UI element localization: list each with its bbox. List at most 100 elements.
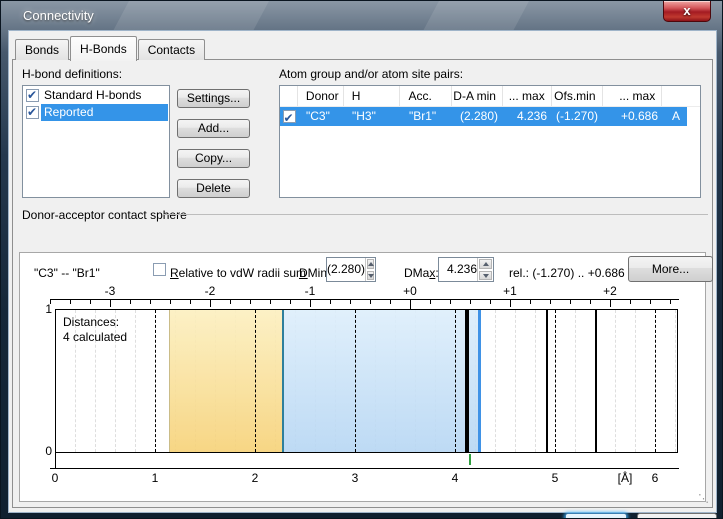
cell-extra: A: [664, 107, 687, 126]
list-item-reported[interactable]: Reported: [24, 104, 168, 121]
minor-gridline: [615, 310, 616, 452]
bottom-axis-tick-label: 1: [140, 471, 170, 485]
top-axis-tick: [110, 300, 111, 307]
integer-dashed-gridline: [655, 310, 656, 452]
top-axis-tick: [650, 300, 651, 304]
strip-left-edge: [55, 452, 56, 469]
top-axis-tick-label: +1: [490, 284, 530, 298]
col-da-min: D-A min: [452, 86, 503, 106]
top-axis-tick: [190, 300, 191, 304]
minor-gridline: [135, 310, 136, 452]
bottom-axis-tick-label: 5: [540, 471, 570, 485]
top-axis-tick: [350, 300, 351, 304]
top-axis-tick: [270, 300, 271, 304]
contact-sphere-group-label: Donor-acceptor contact sphere: [22, 208, 187, 222]
top-axis-tick: [310, 300, 311, 307]
hbond-definitions-list[interactable]: Standard H-bonds Reported: [22, 85, 170, 198]
tab-h-bonds[interactable]: H-Bonds: [70, 36, 137, 61]
top-axis-tick: [250, 300, 251, 304]
distance-chart[interactable]: -3-2-1+0+1+20123456[Å]10Distances:4 calc…: [20, 253, 705, 501]
top-axis-tick: [670, 300, 671, 304]
top-axis-tick-label: +2: [590, 284, 630, 298]
ok-button[interactable]: OK: [565, 513, 627, 519]
contact-sphere-panel: "C3" -- "Br1" Relative to vdW radii sum …: [19, 252, 706, 502]
y-axis-tick-label: 0: [32, 444, 52, 458]
bottom-axis-tick-label: 6: [640, 471, 670, 485]
y-axis-tick-label: 1: [32, 302, 52, 316]
minor-gridline: [535, 310, 536, 452]
col-donor: Donor: [298, 86, 344, 106]
top-axis-tick: [570, 300, 571, 304]
glass-streak: [423, 1, 529, 31]
bottom-axis-tick-label: 4: [440, 471, 470, 485]
list-item-standard-hbonds[interactable]: Standard H-bonds: [24, 87, 168, 104]
row-checkbox[interactable]: [283, 110, 296, 123]
top-axis-tick: [530, 300, 531, 304]
top-axis-tick: [370, 300, 371, 304]
top-axis-tick: [150, 300, 151, 304]
col-checkbox: [280, 86, 298, 106]
marker-dmin[interactable]: [282, 310, 284, 452]
bottom-axis-tick-label: 0: [40, 471, 70, 485]
top-axis-tick: [490, 300, 491, 304]
top-axis-tick: [630, 300, 631, 304]
marker-tick-green: [469, 454, 471, 465]
col-ofs-max: ... max: [603, 86, 663, 106]
table-row[interactable]: "C3" "H3" "Br1" (2.280) 4.236 (-1.270) +…: [280, 107, 687, 126]
top-axis-tick: [550, 300, 551, 304]
minor-gridline: [495, 310, 496, 452]
bottom-axis-tick-label: 2: [240, 471, 270, 485]
titlebar[interactable]: Connectivity x: [1, 1, 723, 31]
delete-button[interactable]: Delete: [177, 179, 250, 198]
cancel-button[interactable]: Abbrechen: [637, 513, 717, 519]
integer-dashed-gridline: [255, 310, 256, 452]
marker-black: [595, 310, 597, 452]
top-axis-tick: [130, 300, 131, 304]
resize-grip-icon[interactable]: ⋱: [698, 492, 709, 505]
cell-da-min: (2.280): [453, 107, 504, 126]
distances-annotation: 4 calculated: [63, 330, 127, 344]
add-button[interactable]: Add...: [177, 119, 250, 138]
list-item-label: Standard H-bonds: [41, 87, 168, 104]
integer-dashed-gridline: [455, 310, 456, 452]
top-axis-tick: [90, 300, 91, 304]
top-axis-tick: [610, 300, 611, 307]
checkbox-standard-hbonds[interactable]: [26, 89, 39, 102]
cell-da-max: 4.236: [504, 107, 553, 126]
top-axis-tick: [230, 300, 231, 304]
dialog-content: Bonds H-Bonds Contacts H-bond definition…: [9, 31, 716, 512]
cell-donor: "C3": [298, 107, 344, 126]
col-ofs-min: Ofs.min: [552, 86, 603, 106]
atom-pairs-table[interactable]: Donor H Acc. D-A min ... max Ofs.min ...…: [279, 85, 701, 198]
window-title: Connectivity: [23, 8, 94, 23]
hbond-accept-zone-region: [283, 310, 479, 452]
glass-streak: [113, 1, 269, 31]
tab-bar: Bonds H-Bonds Contacts: [15, 35, 206, 60]
cell-ofs-min: (-1.270): [553, 107, 604, 126]
pairs-table-label: Atom group and/or atom site pairs:: [279, 67, 463, 81]
col-h: H: [344, 86, 401, 106]
top-axis-tick: [210, 300, 211, 307]
minor-gridline: [515, 310, 516, 452]
checkbox-reported[interactable]: [26, 106, 39, 119]
minor-gridline: [575, 310, 576, 452]
minor-gridline: [675, 310, 676, 452]
top-axis-tick: [390, 300, 391, 304]
top-axis-tick: [70, 300, 71, 304]
close-button[interactable]: x: [663, 1, 711, 22]
top-axis-tick-label: -3: [90, 284, 130, 298]
top-axis-tick-label: +0: [390, 284, 430, 298]
marker-dmax[interactable]: [478, 310, 481, 452]
copy-button[interactable]: Copy...: [177, 149, 250, 168]
integer-dashed-gridline: [555, 310, 556, 452]
minor-gridline: [635, 310, 636, 452]
top-axis-tick: [330, 300, 331, 304]
tab-page-h-bonds: H-bond definitions: Standard H-bonds Rep…: [12, 59, 713, 508]
settings-button[interactable]: Settings...: [177, 89, 250, 108]
top-axis-tick: [290, 300, 291, 304]
tab-contacts[interactable]: Contacts: [138, 39, 205, 60]
tab-bonds[interactable]: Bonds: [15, 39, 69, 60]
integer-dashed-gridline: [155, 310, 156, 452]
top-axis-tick: [430, 300, 431, 304]
marker-black: [546, 310, 548, 452]
